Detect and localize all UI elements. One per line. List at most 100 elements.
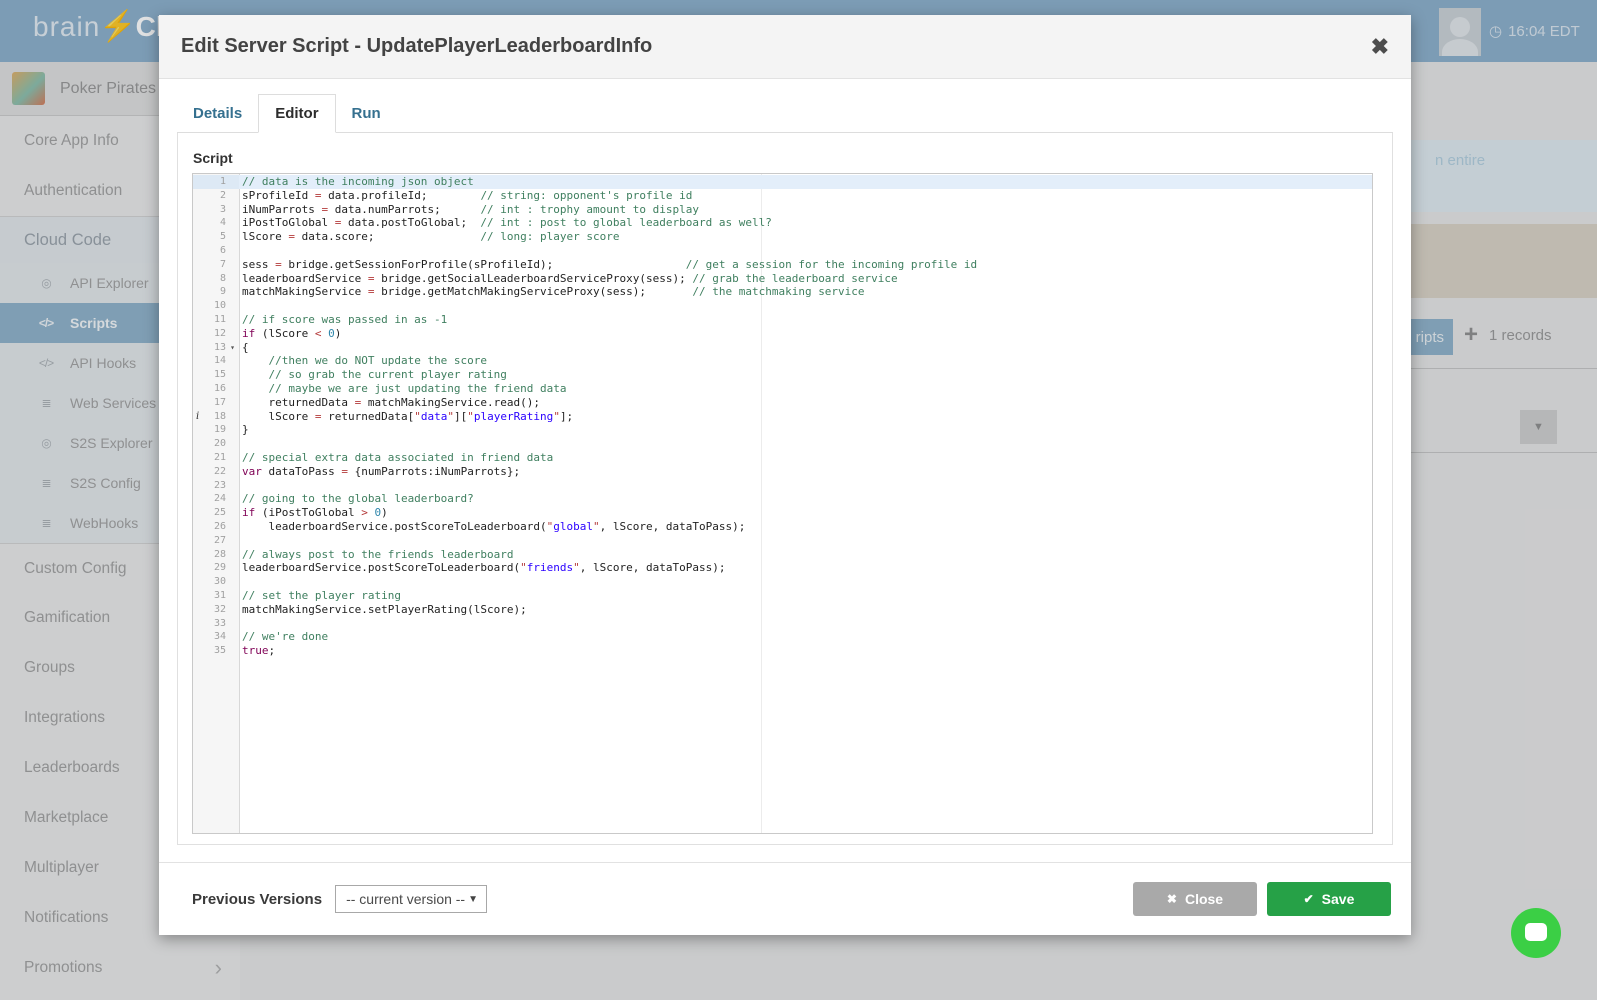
code-text: iPostToGlobal = data.postToGlobal; // in…	[239, 216, 1372, 230]
script-editor[interactable]: 1// data is the incoming json object2sPr…	[192, 173, 1373, 834]
line-number: 28	[193, 548, 239, 562]
code-text: returnedData = matchMakingService.read()…	[239, 396, 1372, 410]
tab-details[interactable]: Details	[177, 95, 258, 132]
modal-close-button[interactable]: ✖	[1371, 36, 1389, 58]
code-line[interactable]: 31// set the player rating	[193, 589, 1372, 603]
code-line[interactable]: 15 // so grab the current player rating	[193, 368, 1372, 382]
code-line[interactable]: 9matchMakingService = bridge.getMatchMak…	[193, 285, 1372, 299]
code-line[interactable]: 16 // maybe we are just updating the fri…	[193, 382, 1372, 396]
code-line[interactable]: 17 returnedData = matchMakingService.rea…	[193, 396, 1372, 410]
code-line[interactable]: 30	[193, 575, 1372, 589]
line-number: 13▾	[193, 341, 239, 355]
edit-script-modal: Edit Server Script - UpdatePlayerLeaderb…	[159, 15, 1411, 935]
line-number: 15	[193, 368, 239, 382]
fold-caret-icon[interactable]: ▾	[226, 341, 239, 355]
code-line[interactable]: 23	[193, 479, 1372, 493]
code-text: true;	[239, 644, 1372, 658]
close-button[interactable]: ✖ Close	[1133, 882, 1257, 916]
code-text	[239, 299, 1372, 313]
modal-title: Edit Server Script - UpdatePlayerLeaderb…	[181, 35, 652, 58]
code-text: // always post to the friends leaderboar…	[239, 548, 1372, 562]
code-line[interactable]: 19}	[193, 423, 1372, 437]
code-text: // maybe we are just updating the friend…	[239, 382, 1372, 396]
code-line[interactable]: 7sess = bridge.getSessionForProfile(sPro…	[193, 258, 1372, 272]
tab-editor[interactable]: Editor	[258, 94, 335, 133]
code-line[interactable]: 29leaderboardService.postScoreToLeaderbo…	[193, 561, 1372, 575]
code-line[interactable]: 26 leaderboardService.postScoreToLeaderb…	[193, 520, 1372, 534]
code-line[interactable]: 13▾{	[193, 341, 1372, 355]
line-number: 26	[193, 520, 239, 534]
line-number: 2	[193, 189, 239, 203]
code-line[interactable]: 1// data is the incoming json object	[193, 175, 1372, 189]
line-number: 29	[193, 561, 239, 575]
code-text	[239, 244, 1372, 258]
code-text: var dataToPass = {numParrots:iNumParrots…	[239, 465, 1372, 479]
editor-lines: 1// data is the incoming json object2sPr…	[193, 175, 1372, 658]
code-line[interactable]: 5lScore = data.score; // long: player sc…	[193, 230, 1372, 244]
code-line[interactable]: 21// special extra data associated in fr…	[193, 451, 1372, 465]
line-number: 23	[193, 479, 239, 493]
line-number: 12	[193, 327, 239, 341]
code-line[interactable]: 27	[193, 534, 1372, 548]
code-line[interactable]: 4iPostToGlobal = data.postToGlobal; // i…	[193, 216, 1372, 230]
save-button-label: Save	[1322, 891, 1355, 907]
line-number: 4	[193, 216, 239, 230]
code-text	[239, 617, 1372, 631]
code-line[interactable]: 28// always post to the friends leaderbo…	[193, 548, 1372, 562]
code-line[interactable]: 35true;	[193, 644, 1372, 658]
tab-run[interactable]: Run	[336, 95, 397, 132]
code-line[interactable]: 8leaderboardService = bridge.getSocialLe…	[193, 272, 1372, 286]
modal-footer: Previous Versions -- current version -- …	[159, 862, 1411, 935]
chat-bubble-icon	[1525, 923, 1547, 941]
code-line[interactable]: 33	[193, 617, 1372, 631]
code-line[interactable]: 2sProfileId = data.profileId; // string:…	[193, 189, 1372, 203]
chat-widget-button[interactable]	[1511, 908, 1561, 958]
code-text: leaderboardService = bridge.getSocialLea…	[239, 272, 1372, 286]
code-line[interactable]: 32matchMakingService.setPlayerRating(lSc…	[193, 603, 1372, 617]
line-number: 5	[193, 230, 239, 244]
code-text	[239, 437, 1372, 451]
code-line[interactable]: 11// if score was passed in as -1	[193, 313, 1372, 327]
code-line[interactable]: 20	[193, 437, 1372, 451]
code-line[interactable]: 25if (iPostToGlobal > 0)	[193, 506, 1372, 520]
line-number: 22	[193, 465, 239, 479]
code-line[interactable]: 14 //then we do NOT update the score	[193, 354, 1372, 368]
line-number: i18	[193, 410, 239, 424]
code-line[interactable]: 34// we're done	[193, 630, 1372, 644]
line-number: 21	[193, 451, 239, 465]
code-text: leaderboardService.postScoreToLeaderboar…	[239, 520, 1372, 534]
code-text: sess = bridge.getSessionForProfile(sProf…	[239, 258, 1372, 272]
code-text	[239, 479, 1372, 493]
code-text	[239, 575, 1372, 589]
line-number: 3	[193, 203, 239, 217]
save-button[interactable]: ✔ Save	[1267, 882, 1391, 916]
code-line[interactable]: 10	[193, 299, 1372, 313]
code-line[interactable]: 3iNumParrots = data.numParrots; // int :…	[193, 203, 1372, 217]
code-line[interactable]: 24// going to the global leaderboard?	[193, 492, 1372, 506]
code-text: // set the player rating	[239, 589, 1372, 603]
code-text: // so grab the current player rating	[239, 368, 1372, 382]
code-line[interactable]: 6	[193, 244, 1372, 258]
code-text: // if score was passed in as -1	[239, 313, 1372, 327]
code-text: {	[239, 341, 1372, 355]
code-text: matchMakingService.setPlayerRating(lScor…	[239, 603, 1372, 617]
previous-versions-select[interactable]: -- current version -- ▼	[335, 885, 487, 913]
script-section-label: Script	[193, 150, 1378, 166]
code-text: sProfileId = data.profileId; // string: …	[239, 189, 1372, 203]
close-icon: ✖	[1371, 34, 1389, 59]
line-number: 6	[193, 244, 239, 258]
previous-versions-label: Previous Versions	[192, 891, 322, 908]
check-icon: ✔	[1304, 892, 1314, 906]
code-text: // going to the global leaderboard?	[239, 492, 1372, 506]
code-text: lScore = returnedData["data"]["playerRat…	[239, 410, 1372, 424]
code-line[interactable]: 12if (lScore < 0)	[193, 327, 1372, 341]
line-number: 19	[193, 423, 239, 437]
select-caret-icon: ▼	[468, 894, 478, 905]
code-line[interactable]: 22var dataToPass = {numParrots:iNumParro…	[193, 465, 1372, 479]
line-number: 7	[193, 258, 239, 272]
code-text: matchMakingService = bridge.getMatchMaki…	[239, 285, 1372, 299]
line-number: 34	[193, 630, 239, 644]
line-number: 33	[193, 617, 239, 631]
code-text: leaderboardService.postScoreToLeaderboar…	[239, 561, 1372, 575]
code-line[interactable]: i18 lScore = returnedData["data"]["playe…	[193, 410, 1372, 424]
